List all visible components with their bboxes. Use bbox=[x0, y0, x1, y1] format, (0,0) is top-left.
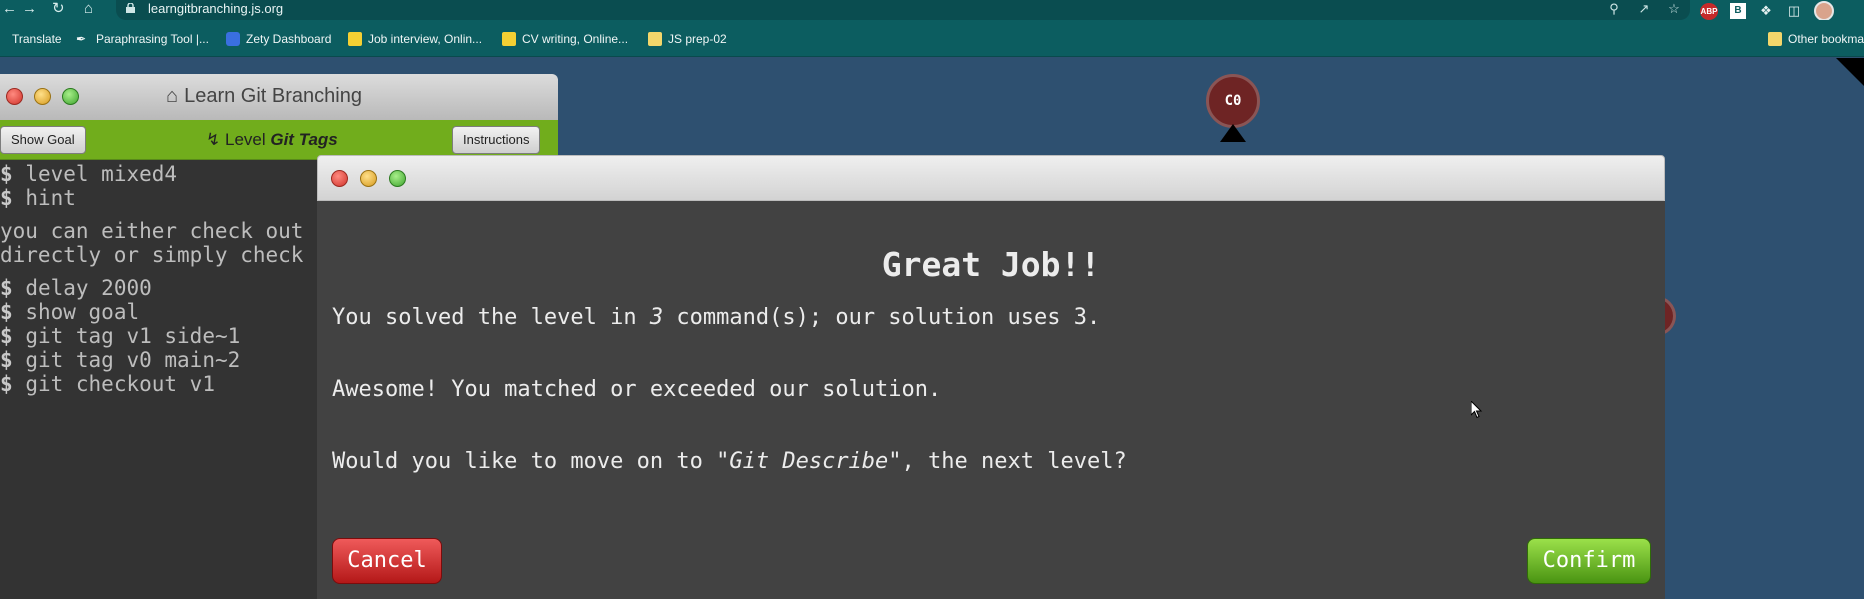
bookmark-other-bookmarks[interactable]: Other bookma bbox=[1768, 29, 1864, 49]
close-window-icon[interactable] bbox=[6, 88, 23, 105]
terminal-title-text: Learn Git Branching bbox=[184, 85, 362, 107]
bookmark-label: JS prep-02 bbox=[668, 32, 727, 46]
corner-ribbon bbox=[1836, 58, 1864, 88]
profile-avatar[interactable] bbox=[1814, 1, 1834, 21]
bookmark-paraphrasing-tool[interactable]: ✒ Paraphrasing Tool |... bbox=[76, 29, 209, 49]
terminal-line: $ git tag v0 main~2 bbox=[0, 348, 241, 372]
next-level-message: Would you like to move on to "Git Descri… bbox=[332, 449, 1127, 474]
maximize-dialog-icon[interactable] bbox=[389, 170, 406, 187]
lightning-icon: ↯ bbox=[206, 130, 221, 149]
matched-message: Awesome! You matched or exceeded our sol… bbox=[332, 377, 942, 402]
level-name: Git Tags bbox=[270, 130, 338, 149]
bookmark-js-prep[interactable]: JS prep-02 bbox=[648, 29, 727, 49]
terminal-line: $ delay 2000 bbox=[0, 276, 152, 300]
back-icon[interactable]: ← bbox=[2, 0, 17, 20]
level-prefix: Level bbox=[224, 130, 266, 149]
miro-icon bbox=[348, 32, 362, 46]
minimize-dialog-icon[interactable] bbox=[360, 170, 377, 187]
bookmark-translate[interactable]: Translate bbox=[0, 29, 62, 49]
quill-icon: ✒ bbox=[76, 32, 87, 46]
next-level-name: "Git Describe" bbox=[716, 449, 902, 474]
terminal-line: $ show goal bbox=[0, 300, 140, 324]
bookmark-label: Job interview, Onlin... bbox=[368, 32, 483, 46]
share-icon[interactable]: ↗ bbox=[1636, 1, 1652, 17]
level-complete-dialog: Great Job!! You solved the level in 3 co… bbox=[317, 155, 1665, 599]
terminal-line: $ git tag v1 side~1 bbox=[0, 324, 241, 348]
level-toolbar: Show Goal ↯ Level Git Tags Instructions bbox=[0, 120, 558, 160]
star-icon[interactable]: ☆ bbox=[1666, 1, 1682, 17]
show-goal-button[interactable]: Show Goal bbox=[0, 126, 86, 154]
dialog-body: Great Job!! You solved the level in 3 co… bbox=[317, 201, 1665, 599]
terminal-title-bar: ⌂ Learn Git Branching bbox=[0, 74, 558, 120]
dialog-heading: Great Job!! bbox=[881, 245, 1101, 284]
reload-icon[interactable]: ↻ bbox=[52, 0, 65, 20]
terminal-line: directly or simply check bbox=[0, 243, 304, 267]
zety-icon bbox=[226, 32, 240, 46]
bookmark-label: Paraphrasing Tool |... bbox=[96, 32, 209, 46]
folder-icon bbox=[648, 32, 662, 46]
extensions-puzzle-icon[interactable]: ❖ bbox=[1758, 3, 1774, 19]
bookmark-cv-writing[interactable]: CV writing, Online... bbox=[502, 29, 628, 49]
lock-icon bbox=[126, 3, 135, 13]
terminal-line: you can either check out bbox=[0, 219, 304, 243]
adblock-extension-icon[interactable]: ABP bbox=[1700, 2, 1718, 20]
address-bar[interactable]: learngitbranching.js.org ⚲ ↗ ☆ bbox=[116, 0, 1690, 20]
instructions-button[interactable]: Instructions bbox=[452, 126, 541, 154]
confirm-button[interactable]: Confirm bbox=[1527, 538, 1651, 584]
home-icon: ⌂ bbox=[166, 85, 179, 107]
bookmark-label: CV writing, Online... bbox=[522, 32, 629, 46]
url-text: learngitbranching.js.org bbox=[148, 1, 284, 16]
commit-arrow bbox=[1220, 124, 1246, 142]
minimize-window-icon[interactable] bbox=[34, 88, 51, 105]
bookmark-label: Other bookma bbox=[1788, 32, 1864, 46]
bookmark-zety-dashboard[interactable]: Zety Dashboard bbox=[226, 29, 331, 49]
maximize-window-icon[interactable] bbox=[62, 88, 79, 105]
b-extension-icon[interactable]: B bbox=[1730, 3, 1746, 19]
side-panel-icon[interactable]: ◫ bbox=[1786, 3, 1802, 19]
level-label: ↯ Level Git Tags bbox=[206, 130, 338, 150]
bookmark-label: Translate bbox=[12, 32, 62, 46]
terminal-line: $ git checkout v1 bbox=[0, 372, 215, 396]
close-dialog-icon[interactable] bbox=[331, 170, 348, 187]
folder-icon bbox=[1768, 32, 1782, 46]
zoom-icon[interactable]: ⚲ bbox=[1606, 1, 1622, 17]
bookmark-label: Zety Dashboard bbox=[246, 32, 332, 46]
terminal-line: $ level mixed4 bbox=[0, 162, 178, 186]
forward-icon[interactable]: → bbox=[22, 0, 37, 20]
mouse-cursor-icon bbox=[1471, 401, 1483, 419]
commit-node-c0: C0 bbox=[1206, 74, 1260, 128]
terminal-line: $ hint bbox=[0, 186, 76, 210]
miro-icon bbox=[502, 32, 516, 46]
home-icon[interactable]: ⌂ bbox=[84, 0, 93, 20]
bookmarks-bar: Translate ✒ Paraphrasing Tool |... Zety … bbox=[0, 20, 1864, 57]
terminal-title: ⌂ Learn Git Branching bbox=[166, 85, 362, 108]
dialog-title-bar bbox=[317, 155, 1665, 201]
bookmark-job-interview[interactable]: Job interview, Onlin... bbox=[348, 29, 482, 49]
solved-message: You solved the level in 3 command(s); ou… bbox=[332, 305, 1101, 330]
browser-top-bar: ← → ↻ ⌂ learngitbranching.js.org ⚲ ↗ ☆ A… bbox=[0, 0, 1864, 21]
cancel-button[interactable]: Cancel bbox=[332, 538, 442, 584]
